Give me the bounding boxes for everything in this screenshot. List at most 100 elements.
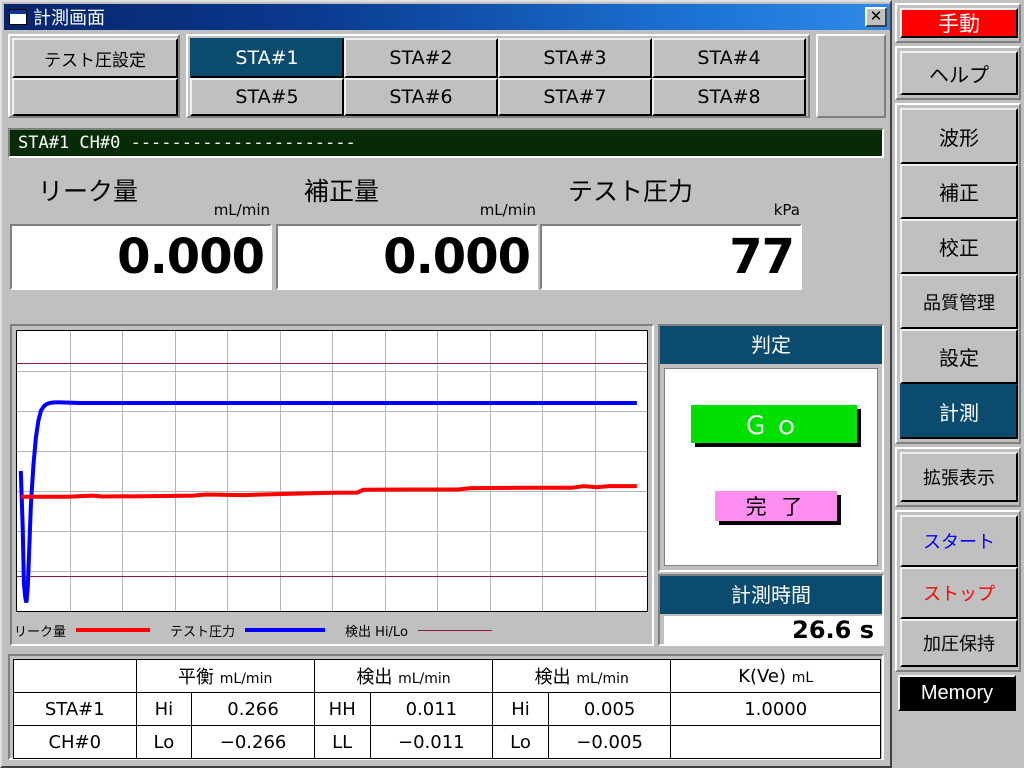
table-cell-detect1-hh-key: HH: [313, 692, 371, 726]
table-cell-detect2-lo-key: Lo: [492, 725, 549, 759]
judgment-body: Ｇｏ 完 了: [664, 368, 878, 566]
stop-button[interactable]: ストップ: [900, 567, 1018, 619]
readout-test-pressure: テスト圧力 kPa 77: [540, 164, 802, 312]
start-button[interactable]: スタート: [900, 515, 1018, 567]
judgment-panel: 判定 Ｇｏ 完 了: [658, 324, 884, 572]
station-tab-row-top: STA#1 STA#2 STA#3 STA#4: [190, 38, 806, 78]
sidebar-main-group: 波形 補正 校正 品質管理 設定 計測: [895, 103, 1021, 444]
sidebar-item-help[interactable]: ヘルプ: [900, 51, 1018, 95]
table-cell-kve-blank: [670, 725, 881, 759]
limits-table-panel: 平衡 mL/min 検出 mL/min 検出 mL/min K(Ve) mL S…: [8, 654, 884, 760]
judgment-status-badge: 完 了: [715, 491, 837, 521]
table-cell-balance-lo-key: Lo: [135, 725, 193, 759]
table-cell-detect2-hi-key: Hi: [492, 692, 549, 726]
sidebar-item-measurement[interactable]: 計測: [900, 384, 1018, 439]
table-row-label-ch: CH#0: [13, 725, 137, 759]
test-pressure-blank-button[interactable]: [12, 78, 178, 116]
test-pressure-setting-button[interactable]: テスト圧設定: [12, 38, 178, 78]
sidebar-item-quality-control[interactable]: 品質管理: [900, 274, 1018, 329]
table-cell-detect1-ll-val: −0.011: [369, 725, 494, 759]
table-header-balance-unit: mL/min: [219, 671, 273, 687]
sidebar-mode-group: 手動: [895, 3, 1021, 43]
table-cell-detect1-ll-key: LL: [313, 725, 371, 759]
pressure-hold-button[interactable]: 加圧保持: [900, 619, 1018, 667]
judgment-result-badge: Ｇｏ: [691, 405, 857, 443]
readout-leak-value: 0.000: [10, 224, 272, 290]
window-icon: [9, 9, 27, 25]
sidebar: 手動 ヘルプ 波形 補正 校正 品質管理 設定 計測 拡張表示 スタート ストッ…: [892, 0, 1024, 768]
sidebar-memory-group: Memory: [898, 675, 1018, 711]
chart-legend: リーク量 テスト圧力 検出 Hi/Lo: [14, 616, 652, 644]
measurement-screen: 計測画面 ✕ テスト圧設定 STA#1 STA#2 STA#3 STA#4 ST…: [0, 0, 1024, 768]
waveform-svg: [17, 331, 647, 611]
readout-panel: リーク量 mL/min 0.000 補正量 mL/min 0.000 テスト圧力…: [8, 164, 884, 312]
readout-leak-name: リーク量: [38, 177, 139, 206]
legend-label-threshold: 検出 Hi/Lo: [345, 624, 408, 640]
sidebar-help-group: ヘルプ: [895, 46, 1021, 100]
table-header-detect-2: 検出 mL/min: [492, 659, 672, 693]
table-header-balance: 平衡 mL/min: [135, 659, 315, 693]
readout-correction-value: 0.000: [276, 224, 538, 290]
table-header-kve-main: K(Ve): [738, 665, 787, 687]
test-pressure-group: テスト圧設定: [8, 34, 180, 118]
tab-sta-2[interactable]: STA#2: [344, 38, 498, 78]
sidebar-item-settings[interactable]: 設定: [900, 329, 1018, 384]
table-header-detect-1: 検出 mL/min: [313, 659, 494, 693]
table-header-corner: [13, 659, 137, 693]
measure-time-header: 計測時間: [660, 576, 882, 614]
station-tab-strip: テスト圧設定 STA#1 STA#2 STA#3 STA#4 STA#5 STA…: [8, 34, 886, 120]
legend-item-pressure: テスト圧力: [170, 621, 335, 640]
tab-sta-5[interactable]: STA#5: [190, 78, 344, 116]
waveform-chart-panel: リーク量 テスト圧力 検出 Hi/Lo: [10, 324, 654, 646]
legend-swatch-leak: [76, 628, 151, 632]
table-header-row: 平衡 mL/min 検出 mL/min 検出 mL/min K(Ve) mL: [13, 659, 881, 693]
tab-sta-1[interactable]: STA#1: [190, 38, 344, 78]
window-title: 計測画面: [33, 8, 105, 29]
sidebar-item-expand-display[interactable]: 拡張表示: [900, 452, 1018, 502]
sidebar-control-group: スタート ストップ 加圧保持: [895, 510, 1021, 672]
readout-correction-unit: mL/min: [479, 201, 536, 219]
tab-sta-4[interactable]: STA#4: [652, 38, 806, 78]
readout-leak-labels: リーク量 mL/min: [10, 164, 272, 222]
table-row: STA#1 Hi 0.266 HH 0.011 Hi 0.005 1.0000: [13, 692, 881, 726]
station-tab-row-bottom: STA#5 STA#6 STA#7 STA#8: [190, 78, 806, 116]
legend-item-leak: リーク量: [14, 621, 160, 640]
table-header-balance-main: 平衡: [178, 667, 215, 688]
sidebar-item-correction[interactable]: 補正: [900, 164, 1018, 219]
readout-test-pressure-unit: kPa: [773, 201, 800, 219]
table-header-detect-2-unit: mL/min: [576, 671, 629, 687]
close-icon[interactable]: ✕: [865, 7, 887, 27]
tab-sta-7[interactable]: STA#7: [498, 78, 652, 116]
table-header-detect-2-main: 検出: [534, 667, 571, 688]
table-cell-detect2-hi-val: 0.005: [547, 692, 672, 726]
station-tabs-group: STA#1 STA#2 STA#3 STA#4 STA#5 STA#6 STA#…: [186, 34, 810, 118]
legend-label-pressure: テスト圧力: [170, 624, 236, 640]
readout-test-pressure-value: 77: [540, 224, 802, 290]
readout-leak-unit: mL/min: [213, 201, 270, 219]
table-row-label-sta: STA#1: [13, 692, 137, 726]
table-row: CH#0 Lo −0.266 LL −0.011 Lo −0.005: [13, 725, 881, 759]
legend-swatch-threshold: [417, 629, 492, 631]
tab-sta-8[interactable]: STA#8: [652, 78, 806, 116]
waveform-plot: [16, 330, 648, 612]
readout-test-pressure-labels: テスト圧力 kPa: [540, 164, 802, 222]
table-header-kve: K(Ve) mL: [670, 659, 881, 693]
tab-sta-6[interactable]: STA#6: [344, 78, 498, 116]
main-window: 計測画面 ✕ テスト圧設定 STA#1 STA#2 STA#3 STA#4 ST…: [0, 0, 892, 768]
readout-correction: 補正量 mL/min 0.000: [276, 164, 538, 312]
table-cell-detect2-lo-val: −0.005: [547, 725, 672, 759]
readout-leak: リーク量 mL/min 0.000: [10, 164, 272, 312]
mode-button-manual[interactable]: 手動: [900, 8, 1018, 38]
measure-time-value: 26.6 s: [664, 616, 882, 644]
measure-time-panel: 計測時間 26.6 s: [658, 574, 884, 646]
memory-button[interactable]: Memory: [898, 675, 1016, 711]
judgment-header: 判定: [660, 326, 882, 364]
legend-item-threshold: 検出 Hi/Lo: [345, 621, 502, 640]
tab-sta-3[interactable]: STA#3: [498, 38, 652, 78]
sidebar-item-waveform[interactable]: 波形: [900, 108, 1018, 164]
sidebar-item-calibration[interactable]: 校正: [900, 219, 1018, 274]
table-cell-detect1-hh-val: 0.011: [369, 692, 494, 726]
table-cell-kve-val: 1.0000: [670, 692, 881, 726]
table-header-detect-1-main: 検出: [356, 667, 393, 688]
readout-correction-name: 補正量: [304, 177, 380, 206]
